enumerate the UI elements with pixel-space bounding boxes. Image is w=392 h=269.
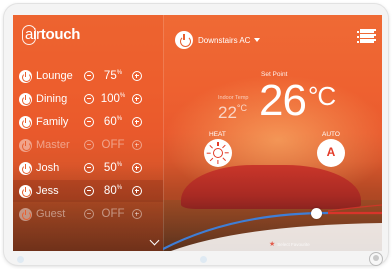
ac-power-icon[interactable] <box>175 31 193 49</box>
app-screen: airtouch Lounge 75% Dining 100% Family 60% Mas… <box>13 15 382 251</box>
setpoint-value: 26°C <box>259 76 336 125</box>
zone-value: 100% <box>100 93 126 105</box>
zone-value: 75% <box>103 70 123 82</box>
zone-row-lounge[interactable]: Lounge 75% <box>19 65 159 87</box>
plus-icon[interactable] <box>132 71 142 81</box>
zone-power-icon[interactable] <box>19 69 32 83</box>
main-menu-icon[interactable] <box>357 31 374 43</box>
logo-ring-icon <box>22 25 36 45</box>
zone-value: 50% <box>103 162 123 174</box>
plus-icon[interactable] <box>132 186 142 196</box>
plus-icon[interactable] <box>132 117 142 127</box>
airtouch-logo: airtouch <box>22 25 81 45</box>
zone-row-master[interactable]: Master OFF <box>19 134 159 156</box>
zone-name: Jess <box>36 185 59 197</box>
ac-unit-selector[interactable]: Downstairs AC <box>175 31 261 49</box>
zone-value: 60% <box>103 116 123 128</box>
fan-mode-button[interactable]: A <box>317 139 345 167</box>
indoor-temp-number: 22 <box>218 103 237 122</box>
zone-power-icon[interactable] <box>19 138 32 152</box>
minus-icon[interactable] <box>84 140 94 150</box>
user-avatar-icon[interactable] <box>369 252 383 266</box>
zone-name: Dining <box>36 93 68 105</box>
zone-name: Guest <box>36 208 66 220</box>
zone-row-jess[interactable]: Jess 80% <box>13 180 163 202</box>
tablet-frame: airtouch Lounge 75% Dining 100% Family 60% Mas… <box>4 4 388 266</box>
zone-value: OFF <box>101 208 125 220</box>
zone-power-icon[interactable] <box>19 184 32 198</box>
plus-icon[interactable] <box>132 163 142 173</box>
minus-icon[interactable] <box>84 71 94 81</box>
plus-icon[interactable] <box>132 94 142 104</box>
minus-icon[interactable] <box>84 163 94 173</box>
plus-icon[interactable] <box>132 140 142 150</box>
zone-power-icon[interactable] <box>19 115 32 129</box>
heat-mode-label: HEAT <box>209 131 226 138</box>
minus-icon[interactable] <box>84 94 94 104</box>
indoor-temp-unit: °C <box>236 103 248 113</box>
ac-name: Downstairs AC <box>198 35 251 45</box>
auto-fan-icon: A <box>326 145 336 159</box>
zone-row-josh[interactable]: Josh 50% <box>19 157 159 179</box>
favourites-label: Select Favourite <box>277 241 310 247</box>
minus-icon[interactable] <box>84 186 94 196</box>
zone-row-dining[interactable]: Dining 100% <box>19 88 159 110</box>
minus-icon[interactable] <box>84 117 94 127</box>
slider-handle[interactable] <box>310 208 322 219</box>
logo-touch-text: touch <box>40 26 81 43</box>
zone-value: 80% <box>103 185 123 197</box>
zone-name: Lounge <box>36 70 73 82</box>
indoor-temp-label: Indoor Temp <box>218 95 249 101</box>
favourites-button[interactable]: ★ Select Favourite <box>269 240 310 248</box>
fan-mode-label: AUTO <box>322 131 340 138</box>
zone-value: OFF <box>101 139 125 151</box>
caret-down-icon <box>254 38 261 42</box>
setpoint-number: 26 <box>259 76 307 125</box>
page-indicator-dot <box>17 256 24 263</box>
heat-mode-button[interactable] <box>204 139 232 167</box>
star-icon: ★ <box>269 241 276 248</box>
zone-power-icon[interactable] <box>19 207 32 221</box>
zone-row-guest[interactable]: Guest OFF <box>19 203 159 225</box>
zone-power-icon[interactable] <box>19 161 32 175</box>
zone-row-family[interactable]: Family 60% <box>19 111 159 133</box>
plus-icon[interactable] <box>132 209 142 219</box>
indoor-temp-value: 22°C <box>218 103 247 123</box>
page-indicator-dot <box>200 256 207 263</box>
zone-name: Master <box>36 139 70 151</box>
zone-name: Family <box>36 116 69 128</box>
zone-power-icon[interactable] <box>19 92 32 106</box>
setpoint-unit: °C <box>307 81 336 111</box>
zone-name: Josh <box>36 162 60 174</box>
minus-icon[interactable] <box>84 209 94 219</box>
